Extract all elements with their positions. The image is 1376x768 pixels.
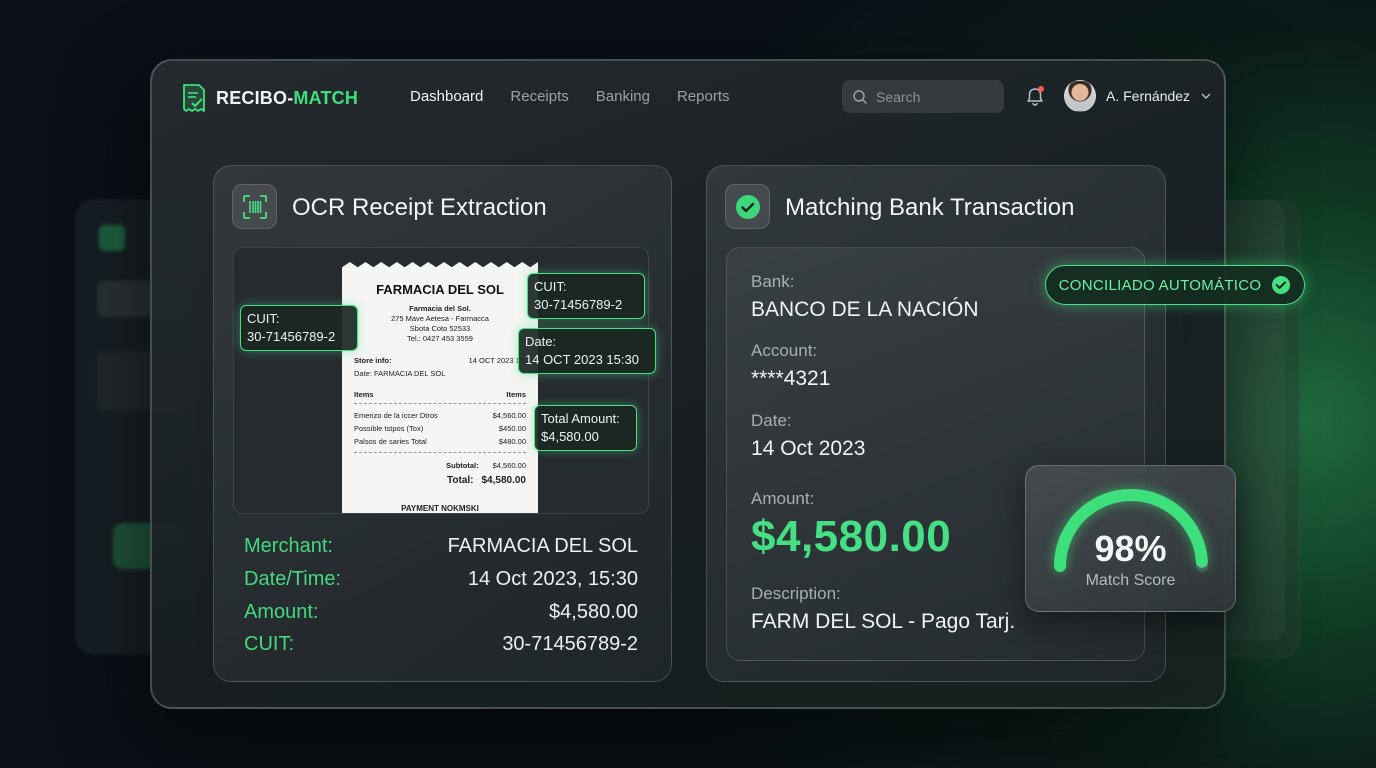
chevron-down-icon <box>1201 93 1211 99</box>
badge-label: CONCILIADO AUTOMÁTICO <box>1058 276 1262 294</box>
account-value: ****4321 <box>751 367 831 390</box>
bank-value: BANCO DE LA NACIÓN <box>751 298 979 321</box>
match-score-card: 98% Match Score <box>1025 465 1236 612</box>
match-score-label: Match Score <box>1085 572 1176 589</box>
receipt-line: Tel.: 0427 453 3559 <box>407 334 473 343</box>
ocr-card-title: OCR Receipt Extraction <box>292 194 547 221</box>
bank-label: Bank: <box>751 272 795 291</box>
extracted-merchant: Merchant: FARMACIA DEL SOL <box>244 535 638 557</box>
notification-button[interactable] <box>1024 86 1046 108</box>
app-name: RECIBO-MATCH <box>216 87 359 108</box>
reconciled-badge: CONCILIADO AUTOMÁTICO <box>1045 265 1305 305</box>
receipt-item: Emerizo de la iccer Dtros $4,560.00 <box>354 411 526 420</box>
receipt-date-row: Date: FARMACIA DEL SOL <box>354 369 446 378</box>
amount-label: Amount: <box>751 489 815 508</box>
top-nav: RECIBO-MATCH Dashboard Receipts Banking … <box>152 61 1224 133</box>
check-circle-icon <box>1272 276 1291 294</box>
receipt-line: Farmacia del Sol. <box>409 304 471 313</box>
receipt-divider <box>354 452 526 453</box>
match-score-value: 98% <box>1094 528 1167 569</box>
amount-value: $4,580.00 <box>751 512 952 561</box>
ocr-tag-cuit-right[interactable]: CUIT: 30-71456789-2 <box>527 273 645 319</box>
receipt-check-icon <box>183 84 205 112</box>
account-label: Account: <box>751 341 818 360</box>
search-box[interactable] <box>842 80 1004 113</box>
check-circle-icon <box>735 194 760 219</box>
ocr-tag-date[interactable]: Date: 14 OCT 2023 15:30 <box>518 328 656 374</box>
user-name: A. Fernández <box>1106 88 1191 104</box>
avatar <box>1064 80 1096 112</box>
search-input[interactable] <box>876 88 996 105</box>
receipt-total-row: Total: $4,580.00 <box>447 475 526 486</box>
nav-receipts[interactable]: Receipts <box>510 88 568 105</box>
user-menu[interactable]: A. Fernández <box>1064 80 1212 112</box>
description-value: FARM DEL SOL - Pago Tarj. <box>751 610 1016 633</box>
date-label: Date: <box>751 411 792 430</box>
nav-banking[interactable]: Banking <box>596 88 650 105</box>
nav-links: Dashboard Receipts Banking Reports <box>410 88 730 105</box>
app-logo[interactable]: RECIBO-MATCH <box>180 83 358 113</box>
notification-dot <box>1038 86 1044 92</box>
extracted-cuit: CUIT: 30-71456789-2 <box>244 633 638 655</box>
ocr-tag-cuit-left[interactable]: CUIT: 30-71456789-2 <box>240 305 358 351</box>
bank-card-title: Matching Bank Transaction <box>785 194 1075 221</box>
barcode-scan-icon <box>242 194 267 219</box>
receipt-footer: PAYMENT NOKMSKI <box>401 504 479 513</box>
receipt-item: Possible tstpos (Tox) $450.00 <box>354 424 526 433</box>
receipt-store-name: FARMACIA DEL SOL <box>376 282 504 297</box>
ghost-logo <box>99 225 125 251</box>
nav-reports[interactable]: Reports <box>677 88 730 105</box>
receipt-item: Palsos de saries Total $480.00 <box>354 437 526 446</box>
receipt-line: Sbota Coto 52533 <box>409 324 471 333</box>
date-value: 14 Oct 2023 <box>751 437 866 460</box>
receipt-items-header: Items Items <box>354 390 526 399</box>
search-icon <box>853 89 868 104</box>
receipt-divider <box>354 403 526 404</box>
receipt-subtotal-row: Subtotal: $4,560.00 <box>446 461 526 470</box>
nav-dashboard[interactable]: Dashboard <box>410 88 483 105</box>
receipt-line: 275 Mave Aetesa - Farmacca <box>391 314 489 323</box>
ocr-receipt-card: OCR Receipt Extraction FARMACIA DEL SOL … <box>213 165 672 682</box>
receipt-paper: FARMACIA DEL SOL Farmacia del Sol. 275 M… <box>342 262 538 513</box>
receipt-store-info-row: Store info: 14 OCT 2023 15: <box>354 356 526 365</box>
bank-card-icon-box <box>725 184 770 229</box>
extracted-datetime: Date/Time: 14 Oct 2023, 15:30 <box>244 568 638 590</box>
description-label: Description: <box>751 584 841 603</box>
ocr-card-icon-box <box>232 184 277 229</box>
extracted-amount: Amount: $4,580.00 <box>244 601 638 623</box>
ocr-tag-total[interactable]: Total Amount: $4,580.00 <box>534 405 637 451</box>
